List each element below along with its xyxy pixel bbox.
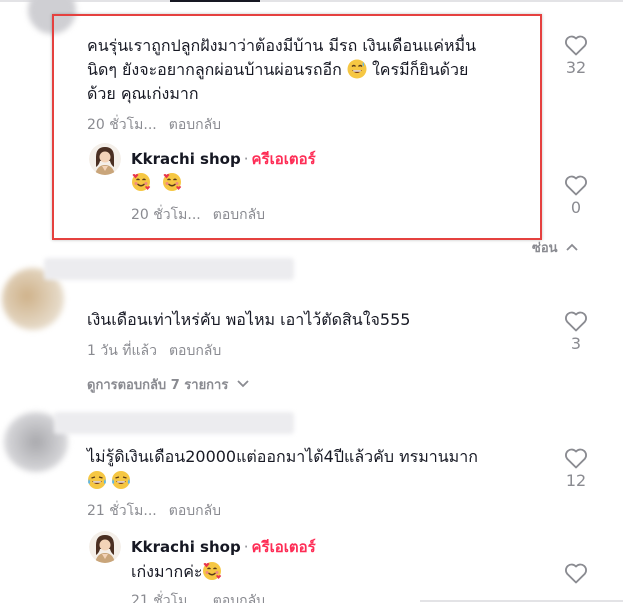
view-replies-button[interactable]: ดูการตอบกลับ 7 รายการ (87, 374, 249, 395)
heart-icon (565, 175, 587, 196)
like-button[interactable]: 32 (556, 34, 596, 77)
commenter-name-blurred[interactable] (44, 258, 294, 280)
comment-meta: 1 วัน ที่แล้ว ตอบกลับ (87, 340, 221, 362)
like-count: 12 (565, 471, 587, 490)
creator-badge: ครีเอเตอร์ (251, 538, 316, 556)
heart-icon (565, 563, 587, 584)
reply-button[interactable]: ตอบกลับ (213, 593, 265, 603)
reply-time: 21 ชั่วโม... (131, 593, 201, 603)
reply-avatar[interactable] (89, 531, 121, 563)
heart-icon (565, 448, 587, 469)
top-divider-segment (0, 0, 170, 2)
like-count: 0 (570, 198, 582, 217)
top-divider-segment (260, 0, 623, 2)
comment-meta: 21 ชั่วโม... ตอบกลับ (87, 500, 221, 522)
top-tab-indicator (170, 0, 260, 2)
like-count: 3 (570, 334, 582, 353)
top-divider (0, 0, 623, 3)
reply-button[interactable]: ตอบกลับ (169, 503, 221, 519)
comment-line (87, 469, 557, 493)
view-replies-label: ดูการตอบกลับ 7 รายการ (87, 378, 229, 393)
hide-replies-label: ซ่อน (532, 241, 558, 256)
reply-button[interactable]: ตอบกลับ (169, 343, 221, 359)
comment-text: เงินเดือนเท่าไหร่คับ พอไหม เอาไว้ตัดสินใ… (87, 310, 411, 329)
comment-time: 1 วัน ที่แล้ว (87, 343, 157, 359)
chevron-up-icon (566, 243, 578, 251)
reply-meta: 21 ชั่วโม... ตอบกลับ (131, 590, 265, 603)
reply-text-content: เก่งมากค่ะ (131, 562, 203, 581)
chevron-down-icon (237, 380, 249, 388)
reply-author: Kkrachi shop · ครีเอเตอร์ (131, 535, 316, 559)
hide-replies-button[interactable]: ซ่อน (532, 237, 578, 258)
separator-dot: · (243, 538, 249, 556)
reply-text: เก่งมากค่ะ (131, 560, 222, 585)
comment-time: 21 ชั่วโม... (87, 503, 157, 519)
bottom-divider (420, 600, 623, 602)
like-button[interactable] (556, 562, 596, 584)
comment-line: ไม่รู้ดิเงินเดือน20000แต่ออกมาได้4ปีแล้ว… (87, 447, 478, 466)
commenter-name-blurred[interactable] (54, 412, 294, 434)
like-button[interactable]: 3 (556, 310, 596, 353)
reply-author-name[interactable]: Kkrachi shop (131, 538, 241, 556)
like-button[interactable]: 0 (556, 174, 596, 217)
like-count: 32 (565, 58, 587, 77)
comment-text: ไม่รู้ดิเงินเดือน20000แต่ออกมาได้4ปีแล้ว… (87, 445, 557, 493)
heart-icon (565, 35, 587, 56)
highlight-annotation (52, 14, 542, 240)
like-button[interactable]: 12 (556, 447, 596, 490)
creator-avatar-icon (89, 531, 121, 563)
heart-icon (565, 311, 587, 332)
tears-of-joy-emoji (87, 470, 107, 490)
smiling-face-with-hearts-emoji (202, 561, 222, 581)
tears-of-joy-emoji (111, 470, 131, 490)
